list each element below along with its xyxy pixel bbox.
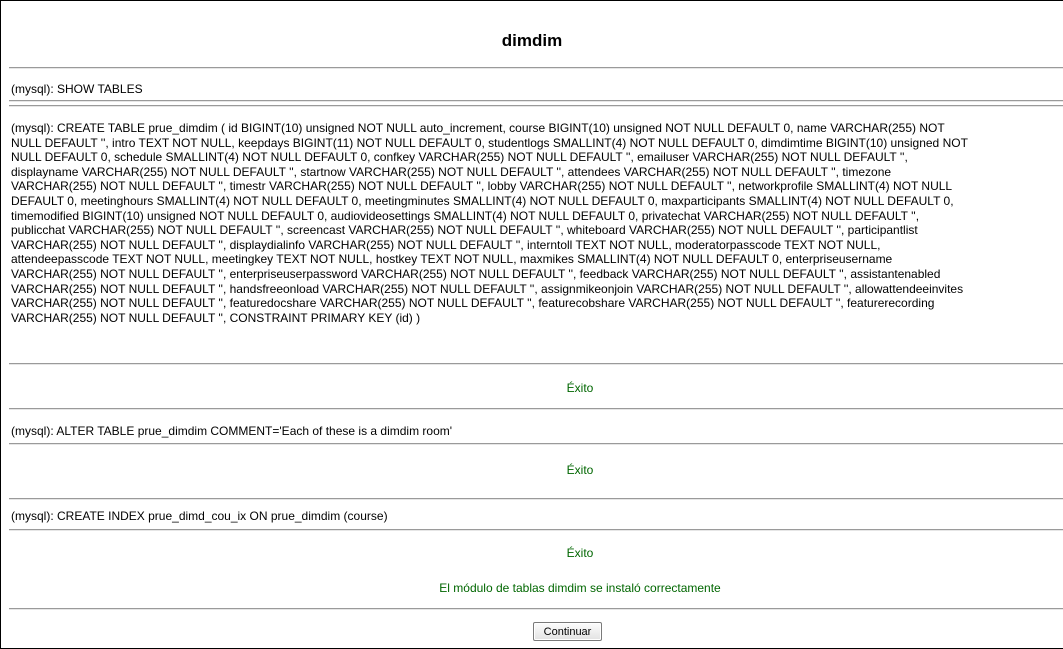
- divider: [9, 443, 1063, 445]
- divider: [9, 363, 1063, 365]
- divider: [9, 100, 1063, 102]
- query-create-table: (mysql): CREATE TABLE prue_dimdim ( id B…: [11, 121, 1063, 325]
- sql-line: VARCHAR(255) NOT NULL DEFAULT '', timest…: [11, 179, 953, 194]
- install-frame: dimdim (mysql): SHOW TABLES (mysql): CRE…: [0, 0, 1063, 649]
- query-alter-table: (mysql): ALTER TABLE prue_dimdim COMMENT…: [11, 424, 453, 438]
- sql-line: publicchat VARCHAR(255) NOT NULL DEFAULT…: [11, 223, 918, 238]
- query-show-tables: (mysql): SHOW TABLES: [11, 82, 143, 96]
- sql-line: attendeepasscode TEXT NOT NULL, meetingk…: [11, 252, 893, 267]
- divider: [9, 67, 1063, 69]
- sql-line: DEFAULT 0, meetinghours SMALLINT(4) NOT …: [11, 193, 954, 208]
- divider: [9, 498, 1063, 500]
- sql-line: VARCHAR(255) NOT NULL DEFAULT '', handsf…: [11, 281, 964, 296]
- sql-line: displayname VARCHAR(255) NOT NULL DEFAUL…: [11, 164, 892, 179]
- sql-line: VARCHAR(255) NOT NULL DEFAULT '', displa…: [11, 237, 881, 252]
- divider: [9, 608, 1063, 610]
- divider: [9, 105, 1063, 107]
- sql-line: VARCHAR(255) NOT NULL DEFAULT '', CONSTR…: [11, 310, 421, 325]
- success-message: Éxito: [566, 381, 594, 395]
- sql-line: VARCHAR(255) NOT NULL DEFAULT '', featur…: [11, 296, 935, 311]
- success-message: Éxito: [566, 463, 594, 477]
- query-create-index: (mysql): CREATE INDEX prue_dimd_cou_ix O…: [11, 509, 388, 523]
- continue-button[interactable]: Continuar: [533, 622, 602, 641]
- install-complete-message: El módulo de tablas dimdim se instaló co…: [439, 581, 721, 595]
- sql-line: (mysql): CREATE TABLE prue_dimdim ( id B…: [11, 121, 945, 135]
- sql-line: NULL DEFAULT '', intro TEXT NOT NULL, ke…: [11, 135, 968, 150]
- sql-line: NULL DEFAULT 0, schedule SMALLINT(4) NOT…: [11, 150, 908, 165]
- sql-line: VARCHAR(255) NOT NULL DEFAULT '', enterp…: [11, 266, 941, 281]
- divider: [9, 408, 1063, 410]
- success-message: Éxito: [566, 546, 594, 560]
- sql-line: timemodified BIGINT(10) unsigned NOT NUL…: [11, 208, 920, 223]
- page-title: dimdim: [501, 31, 563, 50]
- divider: [9, 529, 1063, 531]
